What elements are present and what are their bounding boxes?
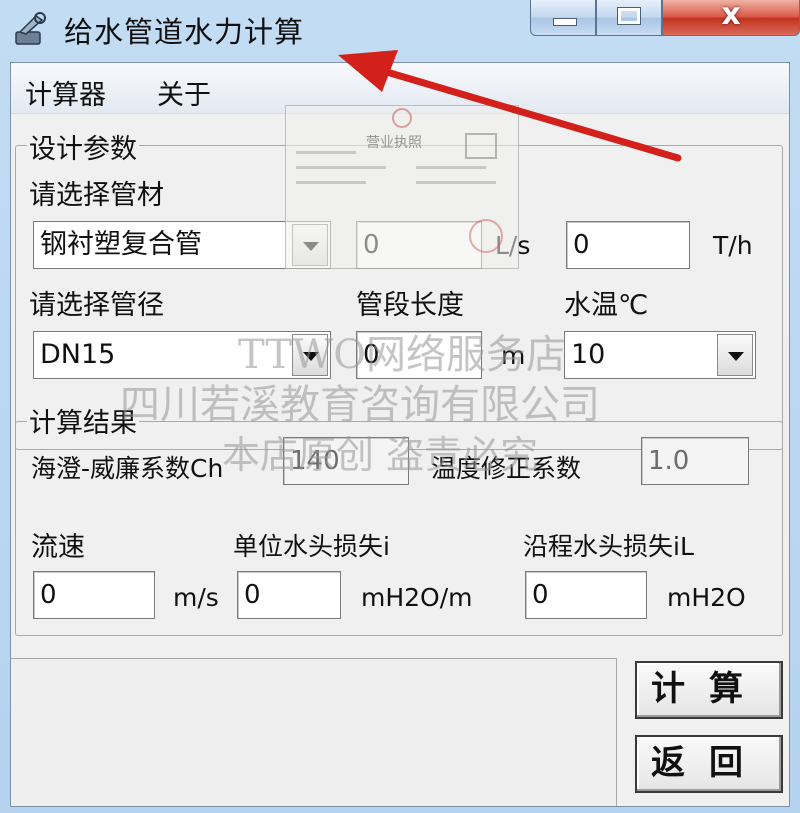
pipe-material-label: 请选择管材 (29, 180, 164, 211)
diameter-dropdown-button[interactable] (292, 334, 328, 376)
calculate-button[interactable]: 计算 (635, 661, 783, 719)
diameter-select[interactable]: DN15 (33, 331, 331, 379)
menu-calculator[interactable]: 计算器 (25, 73, 106, 112)
title-bar[interactable]: 给水管道水力计算 x (0, 0, 800, 62)
length-input[interactable]: 0 (356, 331, 482, 379)
window-title: 给水管道水力计算 (64, 15, 305, 49)
velocity-field: 0 (33, 571, 155, 619)
temp-correction-field: 1.0 (641, 437, 749, 485)
hw-coefficient-label: 海澄-威廉系数Ch (31, 454, 224, 483)
unit-headloss-unit: mH2O/m (361, 583, 473, 612)
unit-headloss-field: 0 (237, 571, 341, 619)
diameter-value: DN15 (40, 339, 116, 370)
close-icon: x (721, 0, 741, 32)
length-unit: m (501, 341, 526, 370)
hw-coefficient-field: 140 (283, 437, 409, 485)
flow-th-unit: T/h (713, 231, 753, 260)
back-button[interactable]: 返回 (635, 735, 783, 793)
flow-ls-input[interactable]: 0 (356, 221, 482, 269)
flow-th-input[interactable]: 0 (566, 221, 690, 269)
pipe-material-value: 钢衬塑复合管 (40, 229, 202, 260)
diameter-label: 请选择管径 (29, 290, 164, 321)
unit-headloss-label: 单位水头损失i (233, 532, 390, 561)
maximize-button[interactable] (596, 0, 662, 36)
water-temp-label: 水温℃ (564, 290, 649, 321)
total-headloss-label: 沿程水头损失iL (523, 532, 694, 561)
total-headloss-field: 0 (525, 571, 647, 619)
total-headloss-unit: mH2O (667, 583, 746, 612)
client-area: 计算器 关于 设计参数 请选择管材 钢衬塑复合管 0 L/s 0 T/h 请选择… (10, 62, 790, 807)
app-wrench-icon (15, 12, 46, 45)
minimize-button[interactable] (530, 0, 596, 36)
status-panel (11, 658, 617, 806)
flow-ls-unit: L/s (495, 231, 531, 260)
menu-bar: 计算器 关于 (11, 63, 789, 114)
menu-about[interactable]: 关于 (157, 73, 211, 112)
minimize-icon (553, 18, 577, 26)
water-temp-value: 10 (571, 339, 606, 370)
velocity-unit: m/s (173, 583, 219, 612)
pipe-material-dropdown-button[interactable] (292, 224, 328, 266)
chevron-down-icon (303, 352, 319, 361)
chevron-down-icon (303, 242, 319, 251)
chevron-down-icon (728, 352, 744, 361)
close-button[interactable]: x (662, 0, 800, 36)
temp-correction-label: 温度修正系数 (431, 454, 582, 483)
length-label: 管段长度 (356, 290, 464, 321)
water-temp-dropdown-button[interactable] (717, 334, 753, 376)
pipe-material-select[interactable]: 钢衬塑复合管 (33, 221, 331, 269)
maximize-icon (617, 7, 641, 25)
water-temp-select[interactable]: 10 (564, 331, 756, 379)
design-params-title: 设计参数 (27, 127, 139, 166)
app-window: 给水管道水力计算 x 计算器 关于 设计参数 请选择管材 钢衬塑复合管 0 L/… (0, 0, 800, 813)
velocity-label: 流速 (31, 532, 85, 563)
results-title: 计算结果 (27, 401, 139, 440)
